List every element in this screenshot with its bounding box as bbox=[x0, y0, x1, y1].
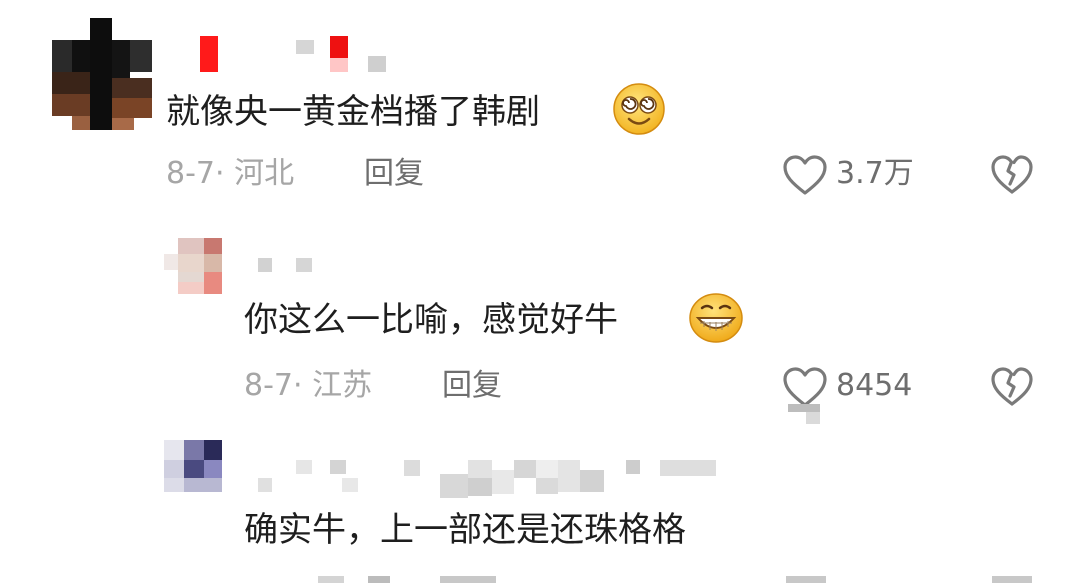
like-count: 3.7万 bbox=[836, 156, 914, 191]
comment-text: 确实牛，上一部还是还珠格格 bbox=[244, 510, 686, 550]
comment-date-location: 8-7· 江苏 bbox=[244, 368, 373, 403]
avatar[interactable] bbox=[164, 238, 222, 294]
heart-outline-icon[interactable] bbox=[782, 154, 828, 196]
avatar[interactable] bbox=[52, 18, 152, 130]
broken-heart-icon[interactable] bbox=[990, 366, 1034, 408]
heart-outline-icon[interactable] bbox=[782, 366, 828, 408]
pixel-blur bbox=[806, 412, 820, 424]
dizzy-smiley-emoji bbox=[613, 83, 665, 135]
comment-text: 你这么一比喻，感觉好牛 bbox=[244, 300, 618, 340]
pixel-blur bbox=[788, 404, 820, 412]
broken-heart-icon[interactable] bbox=[990, 154, 1034, 196]
reply-button[interactable]: 回复 bbox=[442, 368, 502, 404]
avatar[interactable] bbox=[164, 440, 222, 492]
comment-date-location: 8-7· 河北 bbox=[166, 156, 295, 191]
reply-button[interactable]: 回复 bbox=[364, 156, 424, 192]
grin-smiley-emoji bbox=[689, 293, 743, 343]
like-count: 8454 bbox=[836, 368, 913, 403]
comment-text: 就像央一黄金档播了韩剧 bbox=[166, 92, 540, 132]
